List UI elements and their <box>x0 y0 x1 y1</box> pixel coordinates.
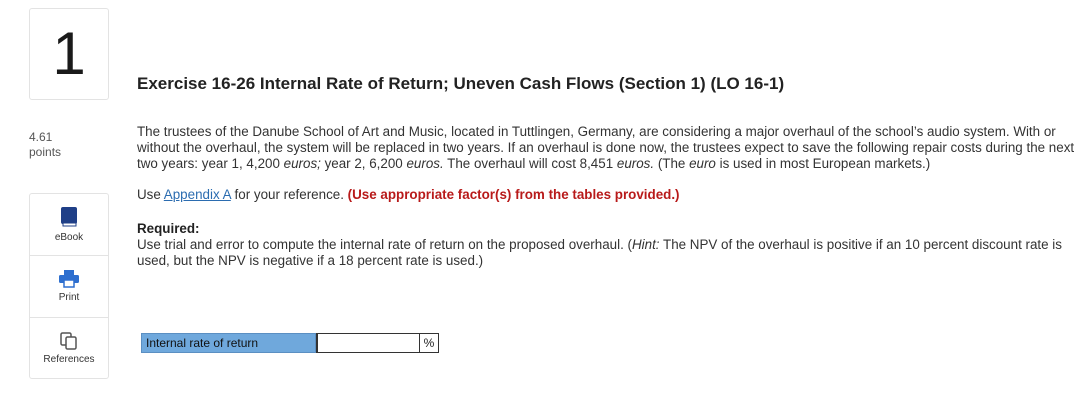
question-number: 1 <box>52 20 86 87</box>
factor-instruction: (Use appropriate factor(s) from the tabl… <box>347 187 680 202</box>
question-page: 1 4.61 points eBook Print References Exe… <box>0 0 1085 401</box>
appendix-instruction: Use Appendix A for your reference. (Use … <box>137 187 680 202</box>
points-info: 4.61 points <box>29 130 61 160</box>
required-heading: Required: <box>137 221 200 236</box>
references-label: References <box>43 353 95 365</box>
print-label: Print <box>58 292 80 303</box>
references-button[interactable]: References <box>30 318 108 378</box>
points-value: 4.61 <box>29 130 53 144</box>
print-button[interactable]: Print <box>30 256 108 318</box>
appendix-a-link[interactable]: Appendix A <box>164 187 231 202</box>
points-label: points <box>29 145 62 159</box>
printer-icon <box>59 270 79 288</box>
percent-unit: % <box>420 333 439 353</box>
question-body: The trustees of the Danube School of Art… <box>137 124 1079 269</box>
irr-input[interactable] <box>316 333 420 353</box>
ebook-button[interactable]: eBook <box>30 194 108 256</box>
tools-panel: eBook Print References <box>29 193 109 379</box>
exercise-title: Exercise 16-26 Internal Rate of Return; … <box>137 74 785 93</box>
book-icon <box>60 206 78 228</box>
problem-description: The trustees of the Danube School of Art… <box>137 124 1075 171</box>
ebook-label: eBook <box>54 232 84 243</box>
copy-icon <box>60 331 78 350</box>
answer-row: Internal rate of return % <box>141 333 439 353</box>
question-number-box: 1 <box>29 8 109 100</box>
answer-label: Internal rate of return <box>141 333 316 353</box>
required-text: Use trial and error to compute the inter… <box>137 237 1062 268</box>
